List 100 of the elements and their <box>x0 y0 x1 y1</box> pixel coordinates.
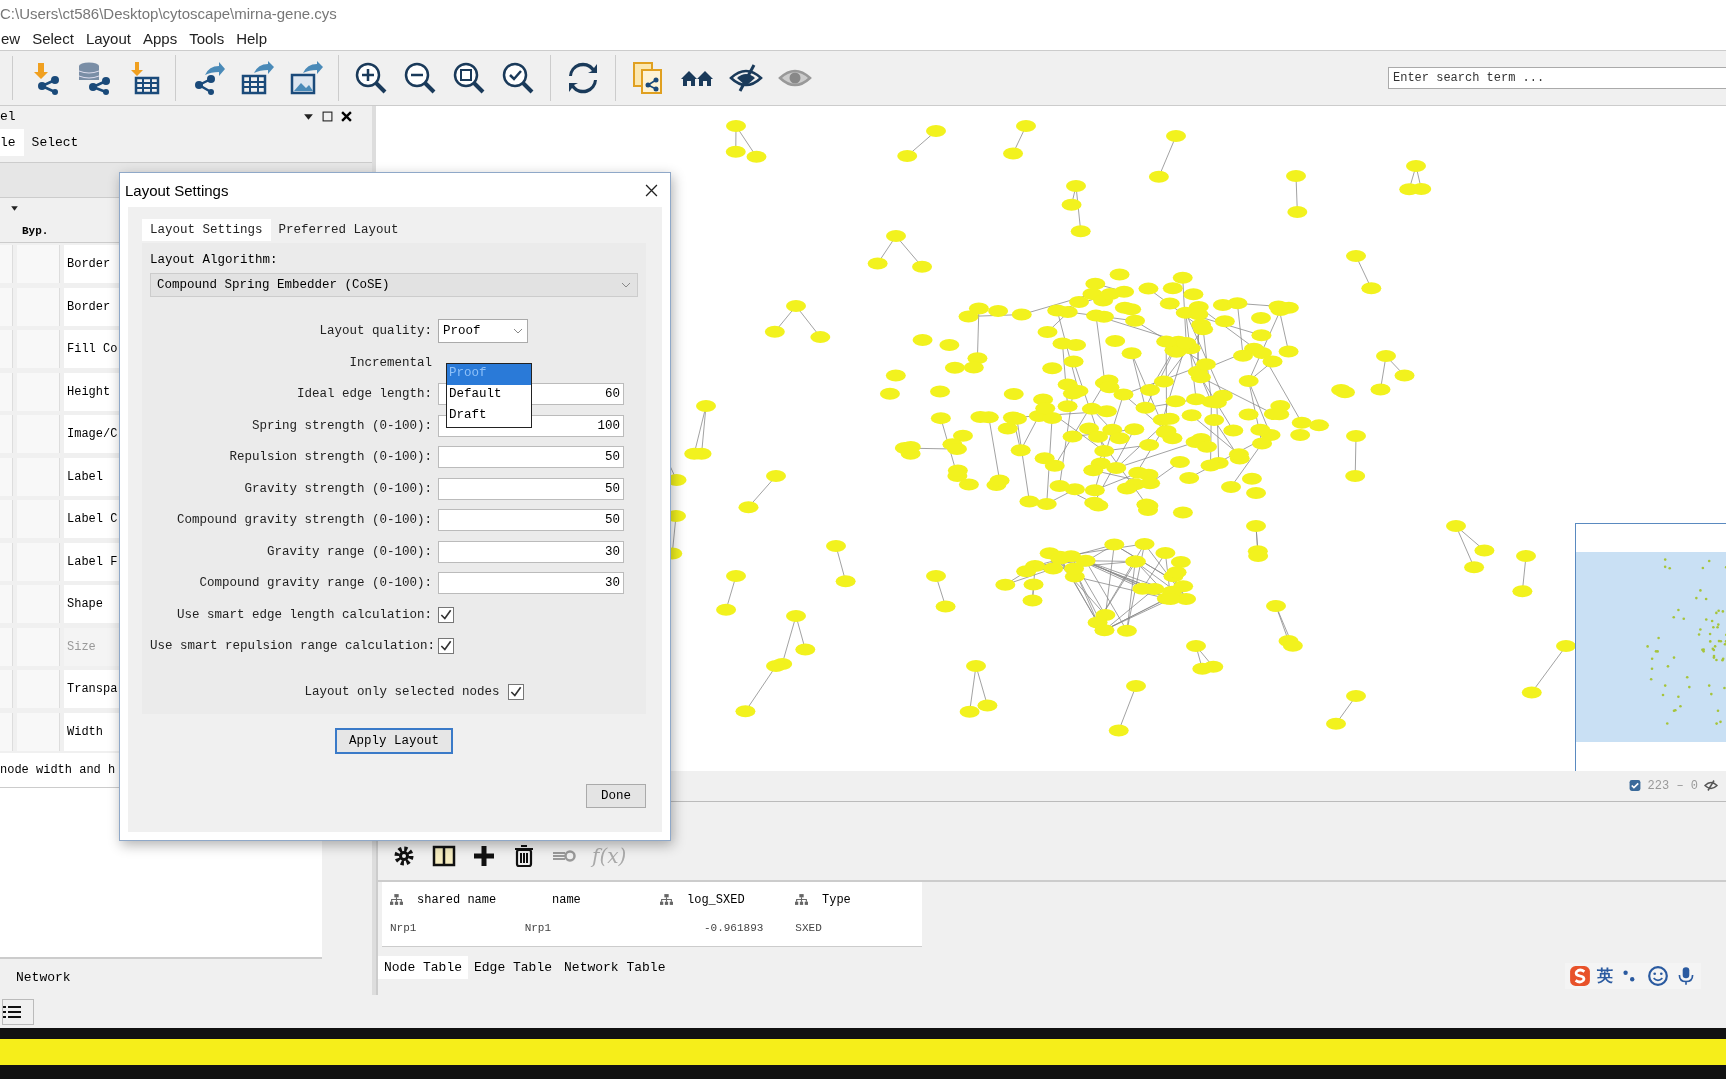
chevron-icon <box>513 328 523 334</box>
field-label: Spring strength (0-100): <box>250 418 432 433</box>
bypass-cell[interactable] <box>17 415 60 454</box>
algorithm-dropdown[interactable]: Compound Spring Embedder (CoSE) <box>150 273 638 297</box>
dropdown-option[interactable]: Draft <box>447 406 531 427</box>
property-cell[interactable] <box>0 712 13 751</box>
checkbox[interactable] <box>507 684 524 700</box>
panel-tab[interactable]: le <box>0 129 24 157</box>
field-label: Repulsion strength (0-100): <box>228 450 432 464</box>
property-cell[interactable] <box>0 670 13 709</box>
column-header[interactable]: Type <box>787 892 922 907</box>
zoom-fit-icon[interactable] <box>452 60 486 95</box>
delete-icon[interactable] <box>512 843 536 868</box>
panel-tab[interactable]: Select <box>23 129 87 157</box>
field-label: Compound gravity strength (0-100): <box>175 513 432 527</box>
field-label: Compound gravity range (0-100): <box>198 576 432 590</box>
table-tab[interactable]: Edge Table <box>468 956 559 980</box>
close-icon[interactable] <box>341 111 352 123</box>
close-icon[interactable] <box>645 183 658 197</box>
bypass-cell[interactable] <box>17 670 60 709</box>
field-label: Use smart edge length calculation: <box>175 607 432 622</box>
zoom-out-icon[interactable] <box>403 60 437 95</box>
menu-item[interactable]: Select <box>31 30 75 48</box>
number-field[interactable]: 50 <box>438 477 624 500</box>
bypass-cell[interactable] <box>17 712 60 751</box>
bypass-cell[interactable] <box>17 287 60 326</box>
field-label: Ideal edge length: <box>295 387 432 401</box>
dialog-tab[interactable]: Layout Settings <box>142 219 271 241</box>
checkbox[interactable] <box>438 606 454 623</box>
table-tab[interactable]: Node Table <box>378 956 468 980</box>
menu-item[interactable]: ew <box>0 30 22 48</box>
field-label: Gravity strength (0-100): <box>243 481 432 496</box>
field-label: Incremental <box>348 355 432 370</box>
image-export-icon[interactable] <box>289 60 323 95</box>
quality-dropdown[interactable]: Proof <box>438 319 528 343</box>
bypass-cell[interactable] <box>17 330 60 369</box>
table-cell-text: SXED <box>794 921 823 934</box>
bypass-cell[interactable] <box>17 627 60 666</box>
number-field[interactable]: 30 <box>438 572 624 594</box>
menu-item[interactable]: Layout <box>84 30 132 48</box>
zoom-in-icon[interactable] <box>354 60 388 95</box>
search-field[interactable]: Enter search term ... <box>1388 66 1726 89</box>
property-cell[interactable] <box>0 330 13 369</box>
column-header[interactable]: shared name <box>382 892 517 907</box>
column-header[interactable]: name <box>517 892 652 907</box>
done-button[interactable]: Done <box>586 784 646 808</box>
menu-item[interactable]: Help <box>235 30 269 48</box>
hierarchy-icon <box>390 894 403 906</box>
documents-icon[interactable] <box>631 60 665 95</box>
table-cell-text: -0.961893 <box>702 921 765 934</box>
columns-icon[interactable] <box>432 843 456 868</box>
dialog-tab[interactable]: Preferred Layout <box>270 219 407 241</box>
add-icon[interactable] <box>472 843 496 868</box>
menu-item[interactable]: Tools <box>188 30 226 48</box>
database-network-icon[interactable] <box>77 60 111 95</box>
field-label: Layout quality: <box>318 324 432 338</box>
menu-item[interactable]: Apps <box>141 30 179 48</box>
property-cell[interactable] <box>0 500 13 539</box>
number-field[interactable]: 50 <box>438 446 624 468</box>
apply-layout-button[interactable]: Apply Layout <box>335 728 453 754</box>
number-field[interactable]: 50 <box>438 509 624 531</box>
ime-logo-icon[interactable] <box>1569 965 1591 987</box>
checkbox[interactable] <box>438 638 454 654</box>
property-cell[interactable] <box>0 457 13 496</box>
zoom-check-icon[interactable] <box>501 60 535 95</box>
bypass-cell[interactable] <box>17 245 60 284</box>
property-cell[interactable] <box>0 245 13 284</box>
column-label: log_SXED <box>687 892 745 907</box>
column-label: name <box>552 892 581 907</box>
dropdown-caret-icon[interactable] <box>303 111 314 123</box>
table-tab[interactable]: Network Table <box>558 956 672 980</box>
bypass-cell[interactable] <box>17 457 60 496</box>
table-cell-text: Nrp1 <box>523 921 553 934</box>
column-header[interactable]: log_SXED <box>652 892 787 907</box>
panel-tab[interactable]: Network <box>16 969 71 985</box>
smiley-icon[interactable] <box>1647 965 1669 987</box>
maximize-icon[interactable] <box>322 111 333 123</box>
table-export-icon[interactable] <box>240 60 274 95</box>
property-cell[interactable] <box>0 287 13 326</box>
checkbox-icon <box>1627 779 1642 793</box>
refresh-icon[interactable] <box>566 60 600 95</box>
property-cell[interactable] <box>0 627 13 666</box>
property-cell[interactable] <box>0 585 13 624</box>
property-cell[interactable] <box>0 415 13 454</box>
column-header: Byp. <box>22 224 49 237</box>
list-icon[interactable] <box>2 998 34 1025</box>
bypass-cell[interactable] <box>17 542 60 581</box>
field-label: Use smart repulsion range calculation: <box>150 639 432 653</box>
dropdown-option[interactable]: Default <box>447 385 531 406</box>
eye-slash-icon <box>1704 779 1718 793</box>
ime-language[interactable]: 英 <box>1597 965 1613 987</box>
hierarchy-icon <box>660 894 673 906</box>
number-field[interactable]: 30 <box>438 540 624 563</box>
property-cell[interactable] <box>0 372 13 411</box>
field-label: Layout only selected nodes <box>304 685 500 699</box>
bypass-cell[interactable] <box>17 585 60 624</box>
selection-count: 223 – 0 <box>1647 778 1698 793</box>
bypass-cell[interactable] <box>17 372 60 411</box>
property-cell[interactable] <box>0 542 13 581</box>
bypass-cell[interactable] <box>17 500 60 539</box>
